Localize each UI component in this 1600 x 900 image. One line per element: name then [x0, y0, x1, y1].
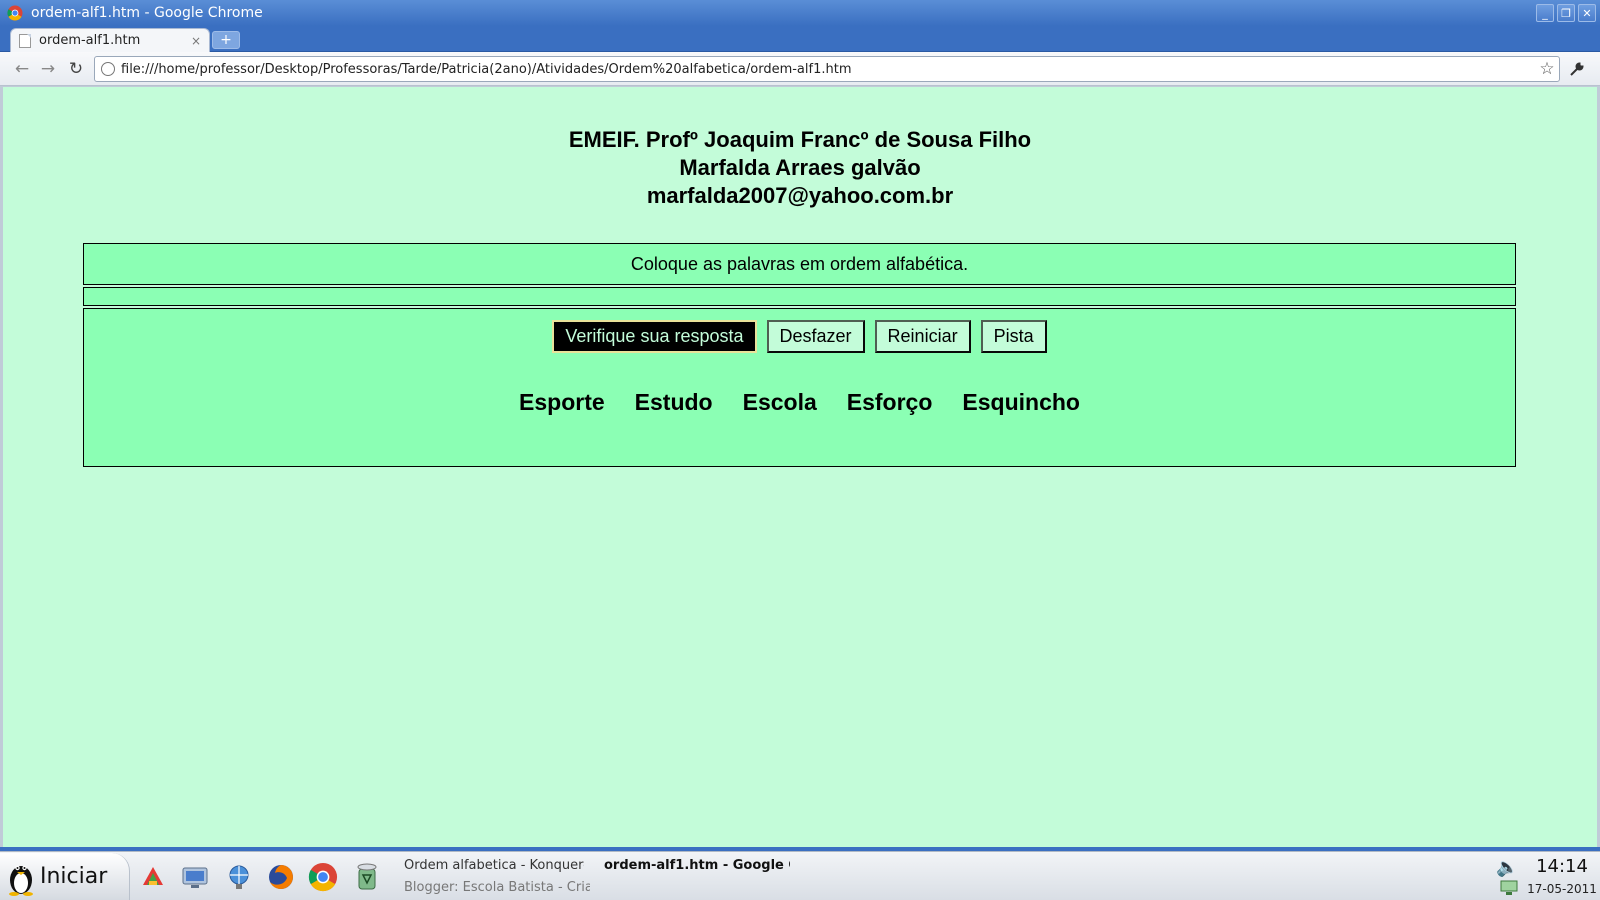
- page-viewport: EMEIF. Profº Joaquim Francº de Sousa Fil…: [3, 87, 1597, 847]
- tab-ordem-alf1[interactable]: ordem-alf1.htm ×: [10, 28, 210, 52]
- author-email: marfalda2007@yahoo.com.br: [646, 183, 954, 208]
- chrome-icon[interactable]: [306, 860, 340, 894]
- wrench-menu-icon[interactable]: [1566, 59, 1588, 79]
- task-label: Ordem alfabetica - Konqueror: [404, 858, 584, 873]
- date: 17-05-2011: [1527, 882, 1597, 896]
- instructions-box: Coloque as palavras em ordem alfabética.: [83, 243, 1516, 285]
- word-item[interactable]: Esquincho: [962, 389, 1080, 416]
- word-item[interactable]: Esporte: [519, 389, 605, 416]
- forward-button[interactable]: →: [38, 59, 58, 79]
- clock[interactable]: 14:14: [1530, 856, 1594, 877]
- chrome-app-icon: [7, 5, 23, 21]
- page-header: EMEIF. Profº Joaquim Francº de Sousa Fil…: [3, 126, 1597, 210]
- task-blogger[interactable]: Blogger: Escola Batista - Criar: [398, 880, 590, 895]
- page-info-icon[interactable]: [101, 62, 115, 76]
- instructions-text: Coloque as palavras em ordem alfabética.: [630, 253, 969, 274]
- task-label: ordem-alf1.htm - Google Chrome: [604, 858, 790, 873]
- window-titlebar: ordem-alf1.htm - Google Chrome _ ❐ ✕: [0, 0, 1600, 26]
- browser-toolbar: ← → ↻ file:///home/professor/Desktop/Pro…: [0, 52, 1600, 86]
- tux-icon: [9, 865, 33, 896]
- task-chrome[interactable]: ordem-alf1.htm - Google Chrome: [598, 858, 790, 873]
- check-answer-button[interactable]: Verifique sua resposta: [552, 320, 757, 353]
- document-icon: [19, 33, 31, 48]
- task-konqueror[interactable]: Ordem alfabetica - Konqueror: [398, 858, 584, 873]
- feedback-box: [83, 287, 1516, 306]
- minimize-button[interactable]: _: [1536, 4, 1554, 22]
- bookmark-star-icon[interactable]: ☆: [1535, 59, 1559, 79]
- network-status-icon[interactable]: [1498, 880, 1520, 896]
- back-button[interactable]: ←: [12, 59, 32, 79]
- volume-icon[interactable]: 🔈: [1496, 857, 1518, 878]
- tab-label: ordem-alf1.htm: [39, 33, 141, 48]
- reload-button[interactable]: ↻: [66, 59, 86, 79]
- close-window-button[interactable]: ✕: [1578, 4, 1596, 22]
- address-bar[interactable]: file:///home/professor/Desktop/Professor…: [94, 56, 1560, 82]
- word-item[interactable]: Estudo: [635, 389, 713, 416]
- paint-icon[interactable]: [136, 860, 170, 894]
- school-name: EMEIF. Profº Joaquim Francº de Sousa Fil…: [568, 127, 1032, 152]
- exercise-box: Verifique sua resposta Desfazer Reinicia…: [83, 308, 1516, 467]
- tab-close-icon[interactable]: ×: [191, 34, 201, 48]
- hint-button[interactable]: Pista: [980, 320, 1047, 353]
- monitor-icon[interactable]: [178, 860, 212, 894]
- word-item[interactable]: Esforço: [847, 389, 933, 416]
- exercise-buttons: Verifique sua resposta Desfazer Reinicia…: [84, 320, 1515, 353]
- start-label: Iniciar: [40, 864, 108, 889]
- recycle-icon[interactable]: [350, 860, 384, 894]
- maximize-button[interactable]: ❐: [1557, 4, 1575, 22]
- restart-button[interactable]: Reiniciar: [874, 320, 971, 353]
- new-tab-button[interactable]: +: [212, 31, 240, 49]
- word-list: Esporte Estudo Escola Esforço Esquincho: [84, 389, 1515, 416]
- word-item[interactable]: Escola: [743, 389, 817, 416]
- start-button[interactable]: Iniciar: [0, 853, 130, 900]
- url-text[interactable]: file:///home/professor/Desktop/Professor…: [121, 62, 1535, 77]
- undo-button[interactable]: Desfazer: [766, 320, 865, 353]
- task-label: Blogger: Escola Batista - Criar: [404, 880, 590, 895]
- window-title: ordem-alf1.htm - Google Chrome: [31, 5, 263, 21]
- author-name: Marfalda Arraes galvão: [679, 155, 921, 180]
- network-globe-icon[interactable]: [222, 860, 256, 894]
- firefox-icon[interactable]: [264, 860, 298, 894]
- taskbar: Iniciar Ordem alfabetica - Konqueror ord…: [0, 851, 1600, 900]
- tab-strip: ordem-alf1.htm × +: [0, 26, 1600, 52]
